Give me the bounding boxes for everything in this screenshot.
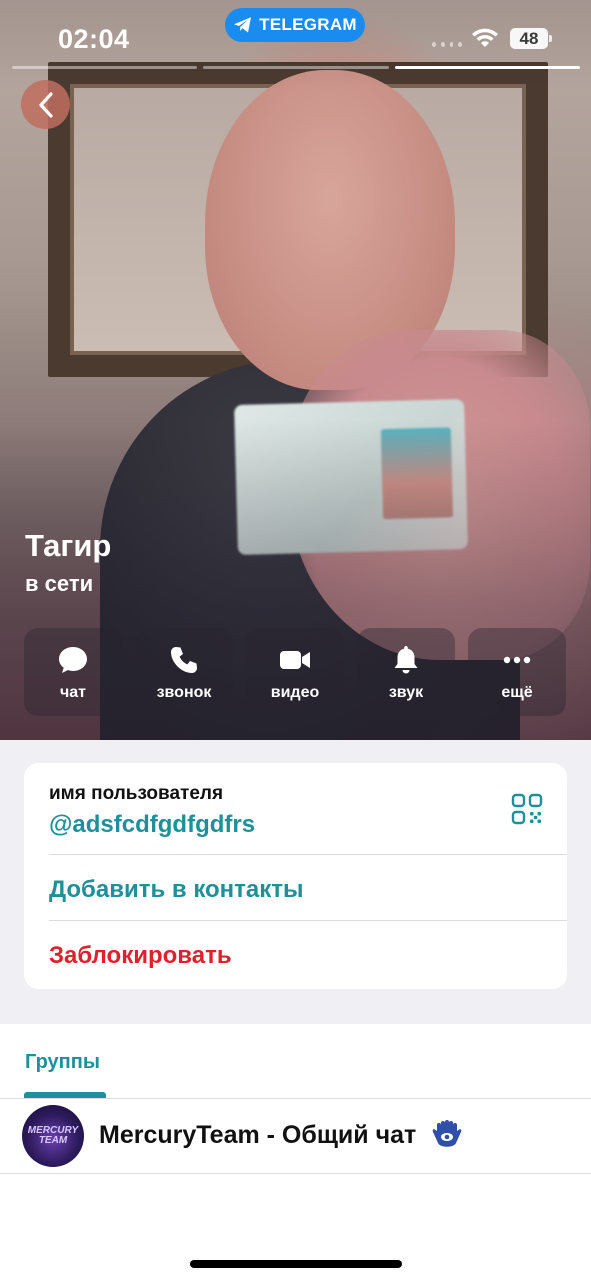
chat-button[interactable]: чат [24,628,122,716]
action-bar: чат звонок видео звук ещё [24,628,568,716]
info-card: имя пользователя @adsfcdfgdfgdfrs Добави… [24,763,567,989]
telegram-pill[interactable]: TELEGRAM [225,8,365,42]
groups-section: Группы MERCURY TEAM MercuryTeam - Общий … [0,1024,591,1280]
story-segment-2 [203,66,389,69]
hamsa-icon [432,1120,462,1147]
username-label: имя пользователя [49,783,224,804]
home-indicator[interactable] [190,1260,402,1268]
more-icon [503,656,531,664]
avatar: MERCURY TEAM [22,1105,84,1167]
telegram-pill-label: TELEGRAM [259,15,357,34]
avatar-logo-text: MERCURY TEAM [27,1125,79,1146]
story-segment-1 [12,66,198,69]
chat-label: чат [59,684,87,701]
tab-groups[interactable]: Группы [25,1051,100,1074]
back-button[interactable] [21,80,70,129]
telegram-icon [234,17,252,33]
profile-status: в сети [25,571,94,596]
group-name: MercuryTeam - Общий чат [99,1121,417,1149]
story-segment-3 [394,66,580,69]
video-label: видео [270,684,320,701]
chat-icon [59,647,87,673]
qr-code-icon[interactable] [511,793,543,825]
battery-indicator: 48 [510,28,552,49]
chevron-left-icon [38,91,53,118]
username-value[interactable]: @adsfcdfgdfgdfrs [49,811,255,839]
add-contact-button[interactable]: Добавить в контакты [49,876,304,904]
more-label: ещё [501,684,533,701]
bell-icon [394,646,418,674]
wifi-icon [472,28,498,47]
sound-label: звук [388,684,424,701]
list-item[interactable]: MERCURY TEAM MercuryTeam - Общий чат [0,1099,591,1173]
call-label: звонок [156,684,212,701]
video-button[interactable]: видео [246,628,344,716]
call-button[interactable]: звонок [135,628,233,716]
more-button[interactable]: ещё [468,628,566,716]
signal-dots-icon [432,42,462,48]
block-user-button[interactable]: Заблокировать [49,942,232,970]
phone-icon [171,647,197,673]
status-time: 02:04 [58,24,130,54]
sound-button[interactable]: звук [357,628,455,716]
profile-name: Тагир [25,528,112,563]
story-progress [12,66,580,70]
video-icon [280,651,310,669]
